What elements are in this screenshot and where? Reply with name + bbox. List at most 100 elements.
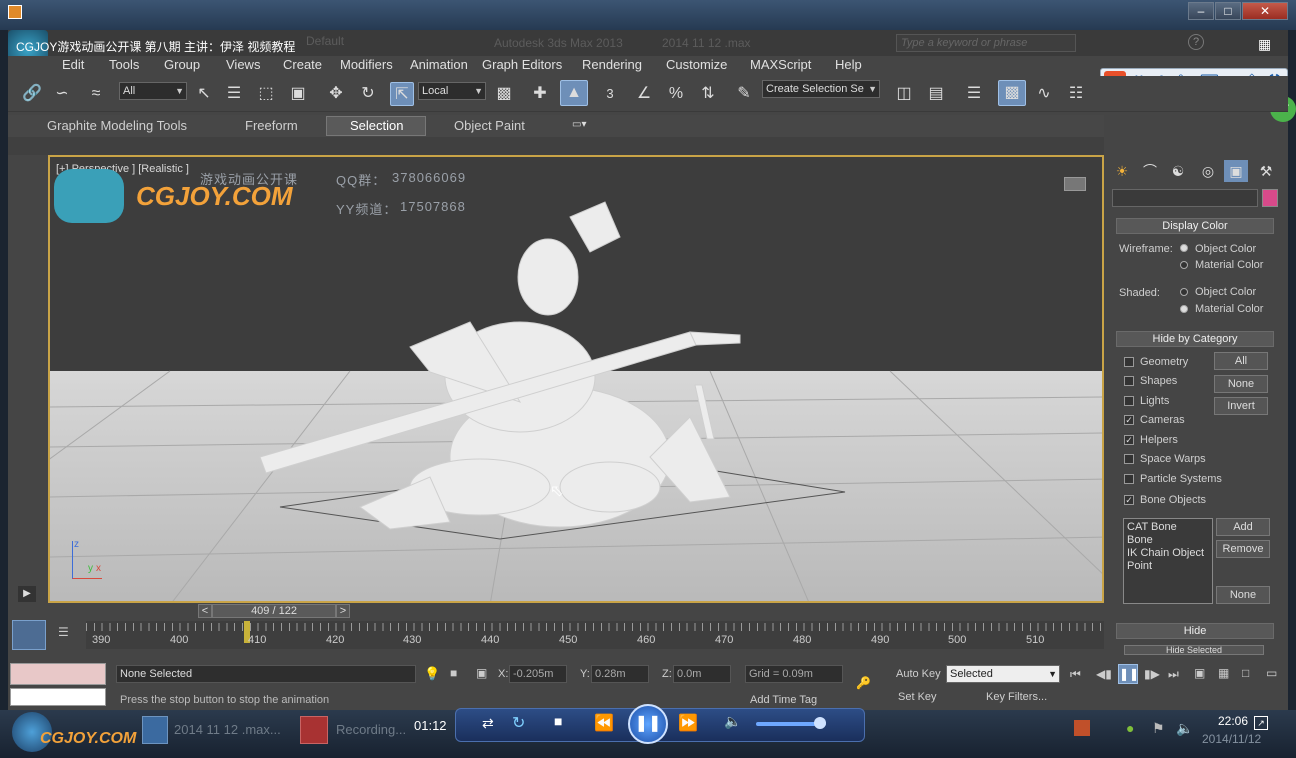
select-by-name-icon[interactable]: ☰ xyxy=(222,82,246,106)
clock-time[interactable]: 22:06 xyxy=(1218,714,1248,728)
volume-knob[interactable] xyxy=(814,717,826,729)
tray-flag-icon[interactable]: ⚑ xyxy=(1152,720,1165,737)
wireframe-material-color-radio[interactable] xyxy=(1180,261,1188,269)
go-to-end-icon[interactable]: ⏭ xyxy=(1168,667,1179,682)
category-none-button[interactable]: None xyxy=(1214,375,1268,393)
selection-filter-dropdown[interactable]: All ▼ xyxy=(119,82,187,100)
bind-spacewarp-icon[interactable]: ≈ xyxy=(84,82,108,106)
tray-app-icon[interactable] xyxy=(1074,720,1090,736)
tray-volume-icon[interactable]: 🔈 xyxy=(1176,720,1193,737)
move-icon[interactable]: ✥ xyxy=(324,82,348,106)
category-helpers-checkbox[interactable]: ✓ xyxy=(1124,435,1134,445)
rotate-icon[interactable]: ↻ xyxy=(356,82,380,106)
spinner-snap-icon[interactable]: ⇅ xyxy=(696,82,720,106)
named-selection-dropdown[interactable]: Create Selection Se ▼ xyxy=(762,80,880,98)
layer-manager-icon[interactable]: ☰ xyxy=(962,82,986,106)
percent-snap-icon[interactable]: % xyxy=(664,82,688,106)
category-lights-checkbox[interactable] xyxy=(1124,396,1134,406)
wireframe-object-color-radio[interactable] xyxy=(1180,244,1188,252)
category-geometry-checkbox[interactable] xyxy=(1124,357,1134,367)
play-viewport-icon[interactable]: ▶ xyxy=(18,586,36,602)
select-manipulate-icon[interactable]: ✚ xyxy=(528,82,552,106)
time-slider[interactable]: 409 / 122 xyxy=(212,604,336,618)
curve-editor-icon[interactable]: ∿ xyxy=(1032,82,1056,106)
keyboard-shortcut-icon[interactable]: ▲ xyxy=(560,80,588,106)
maximize-viewport-icon[interactable]: ▭ xyxy=(1266,666,1277,680)
orbit-icon[interactable]: □ xyxy=(1242,666,1249,680)
motion-tab-icon[interactable]: ◎ xyxy=(1196,160,1220,182)
category-listbox[interactable]: CAT Bone Bone IK Chain Object Point xyxy=(1123,518,1213,604)
list-item[interactable]: CAT Bone xyxy=(1127,521,1209,534)
lock-selection-icon[interactable]: ■ xyxy=(450,666,457,680)
minimize-button[interactable]: – xyxy=(1188,2,1214,20)
list-item[interactable]: IK Chain Object xyxy=(1127,547,1209,560)
go-to-start-icon[interactable]: ⏮ xyxy=(1070,667,1081,682)
track-bar-toggle-icon[interactable]: ☰ xyxy=(58,625,69,639)
grid-menu-icon[interactable]: ▦ xyxy=(1258,36,1271,53)
menu-maxscript[interactable]: MAXScript xyxy=(750,57,811,72)
shuffle-icon[interactable]: ⇄ xyxy=(482,715,494,732)
list-none-button[interactable]: None xyxy=(1216,586,1270,604)
graphite-toggle-icon[interactable]: ▩ xyxy=(998,80,1026,106)
object-color-swatch[interactable] xyxy=(1262,189,1278,207)
fast-forward-icon[interactable]: ⏩ xyxy=(678,713,698,733)
category-shapes-checkbox[interactable] xyxy=(1124,376,1134,386)
taskbar-max-icon[interactable] xyxy=(142,716,168,744)
menu-rendering[interactable]: Rendering xyxy=(582,57,642,72)
select-link-icon[interactable]: 🔗 xyxy=(20,82,44,106)
menu-edit[interactable]: Edit xyxy=(62,57,84,72)
isolate-icon[interactable]: 💡 xyxy=(424,666,440,682)
snaps-toggle-icon[interactable]: 3 xyxy=(598,82,622,106)
hide-by-category-rollout[interactable]: Hide by Category xyxy=(1116,331,1274,347)
pan-icon[interactable]: ▦ xyxy=(1218,666,1229,680)
shaded-object-color-radio[interactable] xyxy=(1180,288,1188,296)
scale-icon[interactable]: ⇱ xyxy=(390,82,414,106)
menu-customize[interactable]: Customize xyxy=(666,57,727,72)
repeat-icon[interactable]: ↻ xyxy=(512,713,525,733)
reference-coord-dropdown[interactable]: Local ▼ xyxy=(418,82,486,100)
maxscript-listener-field[interactable] xyxy=(10,663,106,685)
rect-selection-icon[interactable]: ⬚ xyxy=(254,82,278,106)
x-coord-field[interactable]: -0.205m xyxy=(509,665,567,683)
edit-named-selection-icon[interactable]: ✎ xyxy=(732,82,756,106)
display-color-rollout[interactable]: Display Color xyxy=(1116,218,1274,234)
object-name-field[interactable] xyxy=(1112,189,1258,207)
tab-freeform[interactable]: Freeform xyxy=(245,118,298,133)
tab-object-paint[interactable]: Object Paint xyxy=(454,118,525,133)
maxscript-mini-field[interactable] xyxy=(10,688,106,706)
search-input[interactable]: Type a keyword or phrase xyxy=(896,34,1076,52)
tab-selection[interactable]: Selection xyxy=(350,118,403,133)
list-item[interactable]: Point xyxy=(1127,560,1209,573)
zoom-extents-icon[interactable]: ▣ xyxy=(1194,666,1205,680)
schematic-view-icon[interactable]: ☷ xyxy=(1064,82,1088,106)
key-filters-button[interactable]: Key Filters... xyxy=(986,691,1047,703)
unlink-icon[interactable]: ∽ xyxy=(50,82,74,106)
list-remove-button[interactable]: Remove xyxy=(1216,540,1270,558)
display-tab-icon[interactable]: ▣ xyxy=(1224,160,1248,182)
category-space-warps-checkbox[interactable] xyxy=(1124,454,1134,464)
list-add-button[interactable]: Add xyxy=(1216,518,1270,536)
select-object-icon[interactable]: ↖ xyxy=(192,82,216,106)
stop-icon[interactable]: ■ xyxy=(554,713,562,729)
modify-tab-icon[interactable]: ⌒ xyxy=(1138,160,1162,182)
category-bone-objects-checkbox[interactable]: ✓ xyxy=(1124,495,1134,505)
next-frame-icon[interactable]: ▮▶ xyxy=(1144,667,1160,681)
menu-create[interactable]: Create xyxy=(283,57,322,72)
hide-selected-button[interactable]: Hide Selected xyxy=(1124,645,1264,655)
close-button[interactable]: ✕ xyxy=(1242,2,1288,20)
set-key-button[interactable]: Set Key xyxy=(898,691,937,703)
pause-button[interactable]: ❚❚ xyxy=(628,704,668,744)
utilities-tab-icon[interactable]: ⚒ xyxy=(1254,160,1278,182)
window-crossing-icon[interactable]: ▣ xyxy=(286,82,310,106)
align-icon[interactable]: ▤ xyxy=(924,82,948,106)
key-mode-dropdown[interactable]: Selected ▼ xyxy=(946,665,1060,683)
taskbar-item-max[interactable]: 2014 11 12 .max... xyxy=(174,722,281,737)
prev-frame-icon[interactable]: ◀▮ xyxy=(1096,667,1112,681)
category-all-button[interactable]: All xyxy=(1214,352,1268,370)
menu-group[interactable]: Group xyxy=(164,57,200,72)
maximize-button[interactable]: □ xyxy=(1215,2,1241,20)
y-coord-field[interactable]: 0.28m xyxy=(591,665,649,683)
category-cameras-checkbox[interactable]: ✓ xyxy=(1124,415,1134,425)
menu-tools[interactable]: Tools xyxy=(109,57,139,72)
absolute-mode-icon[interactable]: ▣ xyxy=(476,666,487,680)
